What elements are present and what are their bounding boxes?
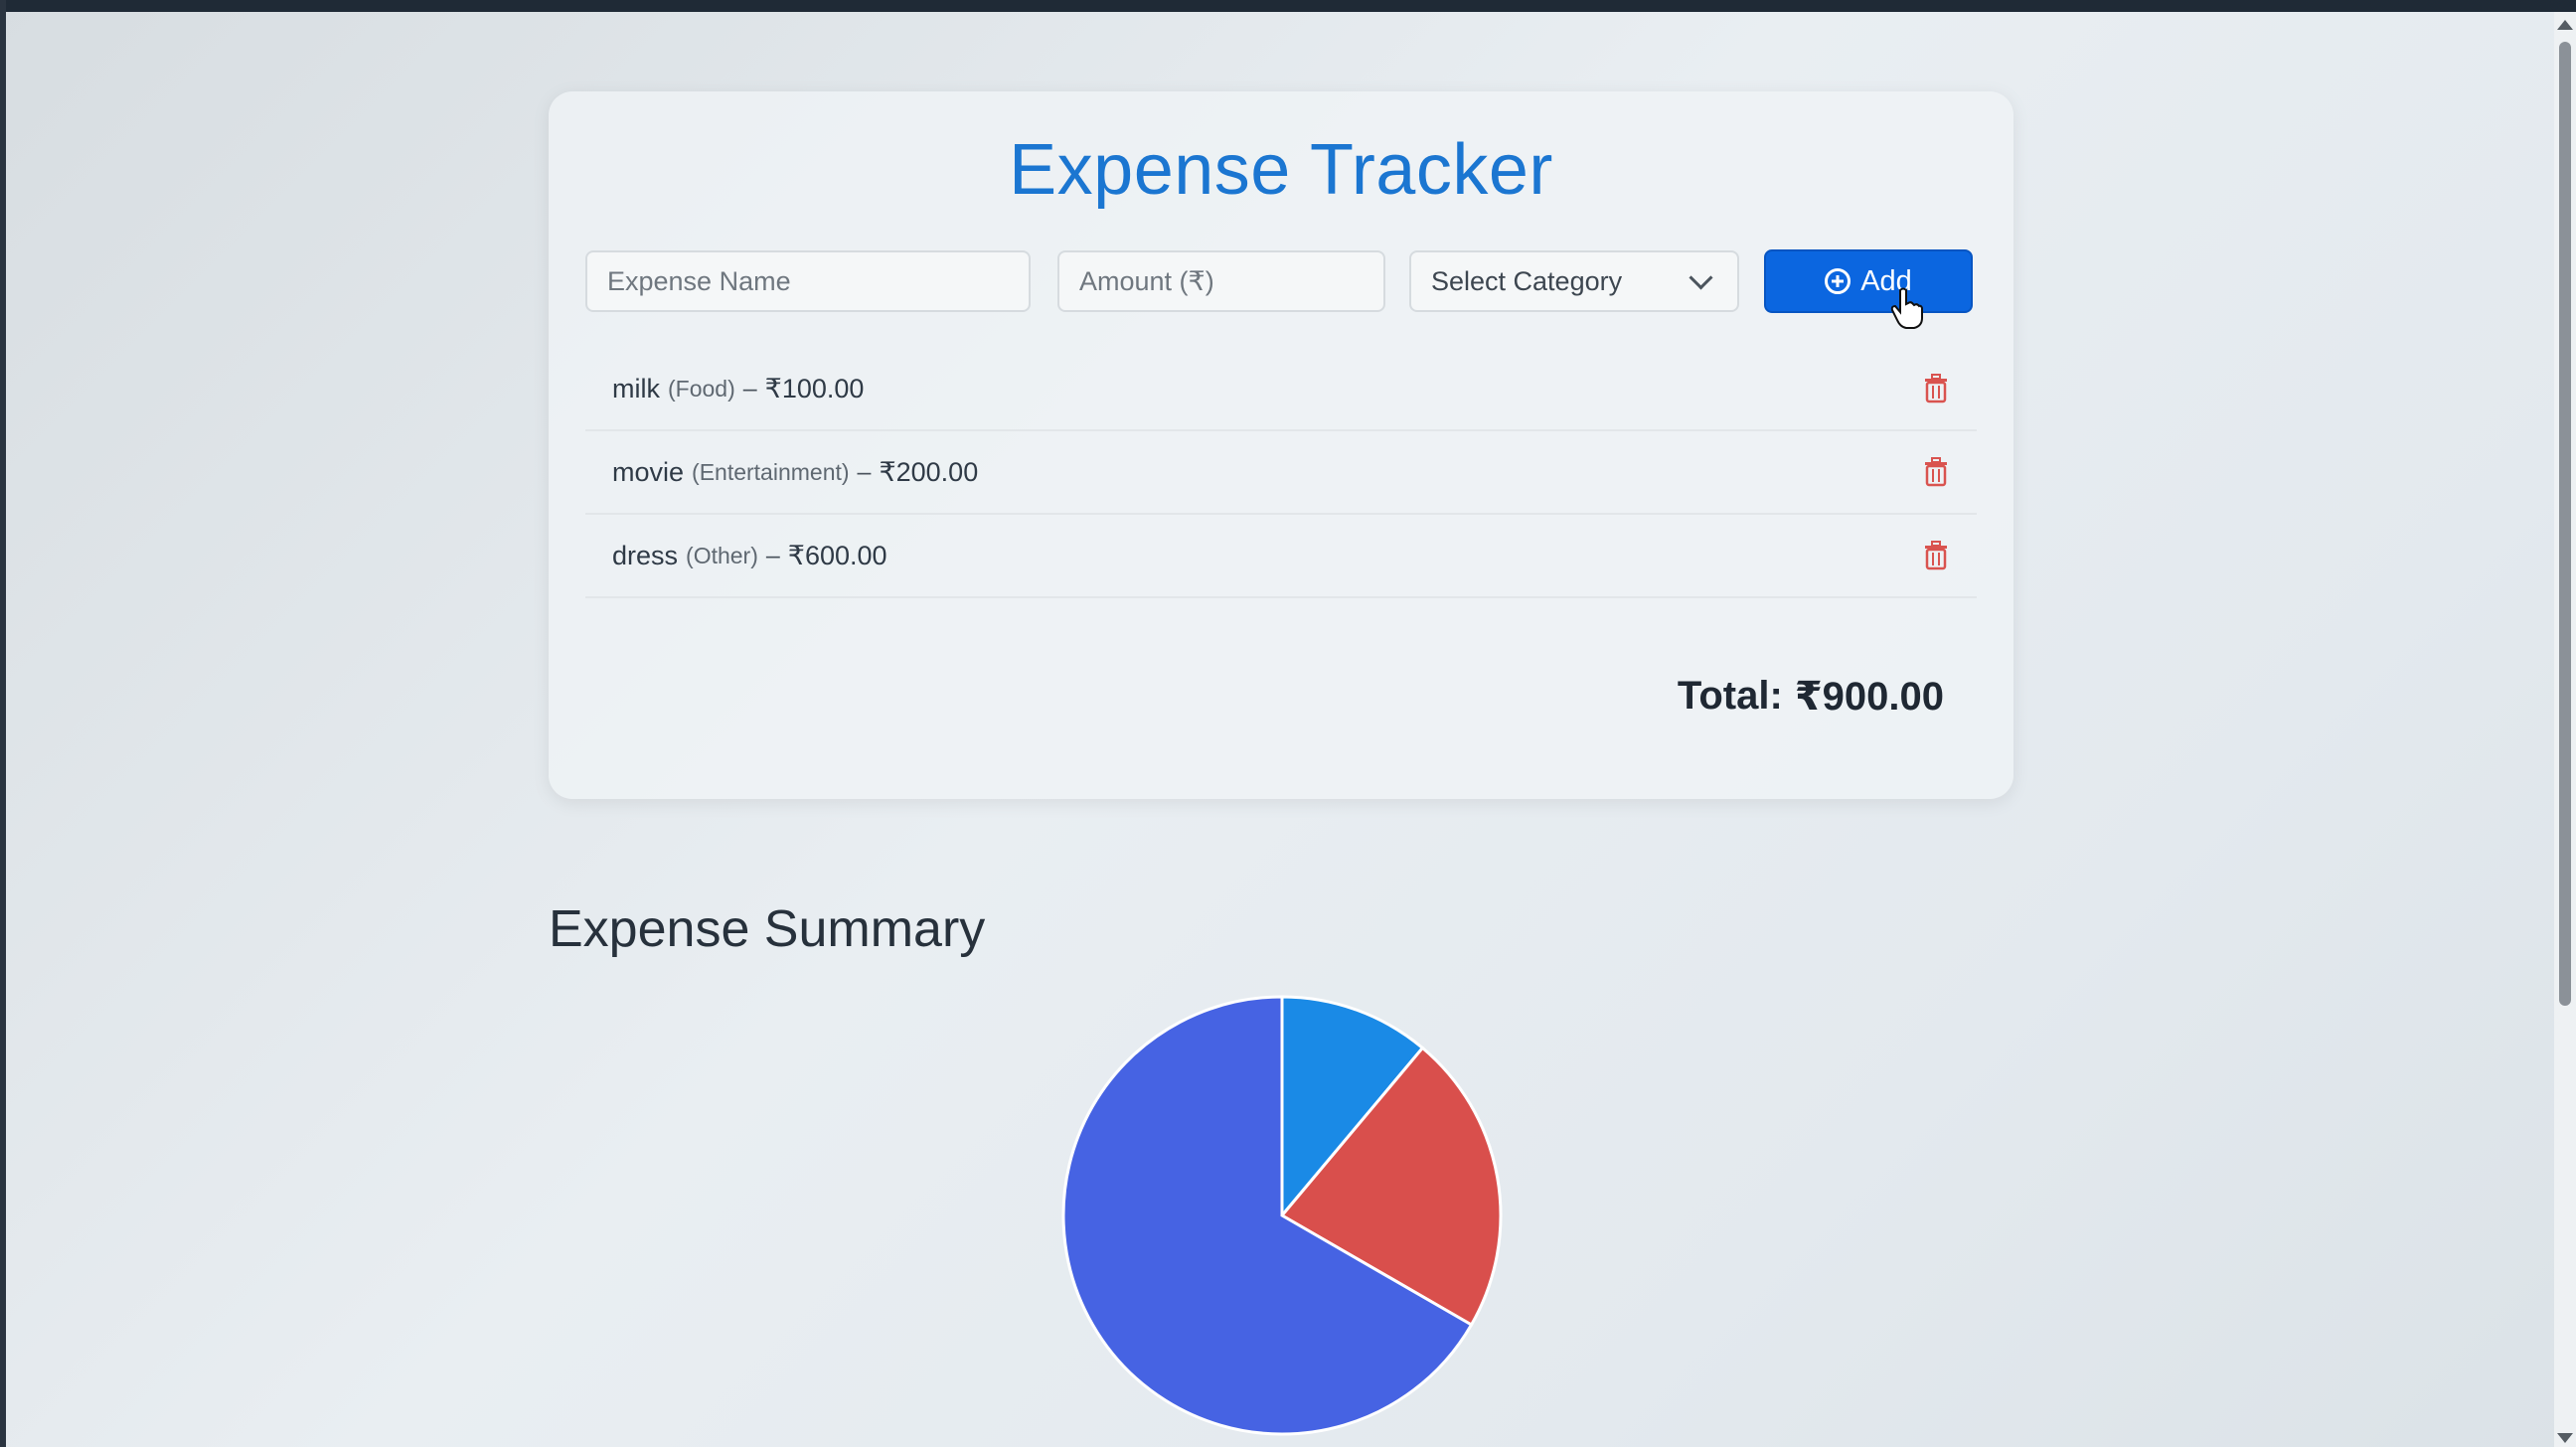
expense-tracker-card: Expense Tracker Select Category Add milk… [549, 91, 2013, 799]
expense-name: dress [612, 540, 679, 570]
vertical-scrollbar[interactable] [2554, 12, 2576, 1447]
expense-name-input[interactable] [585, 250, 1031, 312]
expense-amount: ₹200.00 [879, 456, 979, 487]
hand-cursor-icon [1890, 287, 1923, 329]
category-select[interactable]: Select Category [1409, 250, 1739, 312]
expense-category: (Other) [686, 542, 758, 568]
add-button[interactable]: Add [1764, 249, 1973, 313]
trash-icon[interactable] [1923, 374, 1949, 403]
category-select-value: Select Category [1431, 265, 1623, 296]
expense-dash: – [857, 457, 872, 486]
amount-input[interactable] [1057, 250, 1385, 312]
expense-dash: – [742, 374, 757, 402]
expense-name: movie [612, 456, 685, 487]
scroll-up-arrow-icon[interactable] [2557, 20, 2573, 30]
expense-category: (Entertainment) [692, 458, 850, 485]
expense-pie-chart [1061, 995, 1503, 1436]
expense-name: milk [612, 373, 660, 403]
scrollbar-thumb[interactable] [2559, 42, 2571, 1006]
scroll-down-arrow-icon[interactable] [2557, 1433, 2573, 1443]
expense-category: (Food) [668, 375, 735, 402]
chevron-down-icon [1689, 264, 1713, 290]
total-value: ₹900.00 [1794, 675, 1944, 719]
window-left-edge [0, 0, 6, 1447]
total-label: Total: [1677, 674, 1783, 718]
browser-top-bar [0, 0, 2576, 12]
plus-circle-icon [1825, 268, 1852, 294]
expense-row: movie (Entertainment) – ₹200.00 [585, 431, 1977, 515]
expense-dash: – [765, 541, 780, 569]
page-title: Expense Tracker [1009, 130, 1553, 210]
expense-list: milk (Food) – ₹100.00 movie (Entertainme… [585, 348, 1977, 598]
trash-icon[interactable] [1923, 541, 1949, 570]
total-amount: Total: ₹900.00 [1678, 674, 1944, 720]
summary-title: Expense Summary [549, 900, 986, 958]
trash-icon[interactable] [1923, 457, 1949, 487]
expense-amount: ₹100.00 [764, 373, 865, 403]
expense-row: milk (Food) – ₹100.00 [585, 348, 1977, 431]
expense-amount: ₹600.00 [787, 540, 887, 570]
expense-row: dress (Other) – ₹600.00 [585, 515, 1977, 598]
